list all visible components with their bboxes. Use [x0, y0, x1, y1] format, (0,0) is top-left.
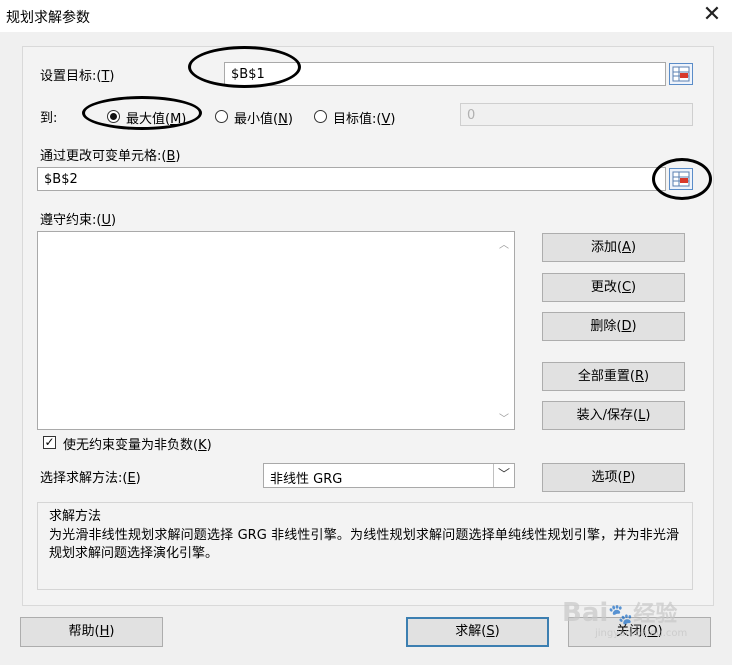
objective-range-picker-button[interactable] — [669, 63, 693, 85]
help-button[interactable]: 帮助(H) — [20, 617, 163, 647]
chevron-down-icon[interactable]: ﹀ — [493, 464, 514, 487]
load-save-button[interactable]: 装入/保存(L) — [542, 401, 685, 430]
window-title: 规划求解参数 — [6, 10, 90, 26]
change-constraint-button[interactable]: 更改(C) — [542, 273, 685, 302]
range-select-icon — [672, 66, 690, 82]
title-bar — [0, 0, 732, 32]
to-label: 到: — [40, 111, 58, 126]
nonnegative-checkbox-label[interactable]: 使无约束变量为非负数(K) — [63, 434, 212, 453]
options-button[interactable]: 选项(P) — [542, 463, 685, 492]
max-radio[interactable] — [107, 110, 120, 123]
target-value-input[interactable]: 0 — [460, 103, 693, 126]
scroll-down-icon[interactable]: ﹀ — [496, 410, 512, 425]
changing-cells-input[interactable]: $B$2 — [37, 167, 666, 191]
objective-label: 设置目标:(T) — [40, 69, 115, 84]
scroll-up-icon[interactable]: ︿ — [496, 236, 512, 251]
value-of-radio-label[interactable]: 目标值:(V) — [333, 108, 395, 127]
min-radio[interactable] — [215, 110, 228, 123]
nonnegative-checkbox[interactable]: ✓ — [43, 436, 56, 449]
min-radio-label[interactable]: 最小值(N) — [234, 108, 293, 127]
constraints-label: 遵守约束:(U) — [40, 213, 117, 228]
solve-button[interactable]: 求解(S) — [406, 617, 549, 647]
range-select-icon — [672, 171, 690, 187]
constraints-list[interactable] — [37, 231, 515, 430]
delete-constraint-button[interactable]: 删除(D) — [542, 312, 685, 341]
reset-all-button[interactable]: 全部重置(R) — [542, 362, 685, 391]
method-label: 选择求解方法:(E) — [40, 471, 141, 486]
solving-method-description: 为光滑非线性规划求解问题选择 GRG 非线性引擎。为线性规划求解问题选择单纯线性… — [49, 528, 679, 561]
watermark-logo: Bai🐾经验 — [562, 598, 678, 628]
objective-input[interactable]: $B$1 — [224, 62, 666, 86]
value-of-radio[interactable] — [314, 110, 327, 123]
changing-cells-label: 通过更改可变单元格:(B) — [40, 149, 181, 164]
max-radio-label[interactable]: 最大值(M) — [126, 108, 186, 127]
solving-method-group-title: 求解方法 — [49, 509, 102, 524]
solving-method-select[interactable]: 非线性 GRG — [263, 463, 515, 488]
watermark-url: jingyan.baidu.com — [595, 628, 688, 639]
solving-method-value: 非线性 GRG — [270, 472, 343, 487]
changing-cells-range-picker-button[interactable] — [669, 168, 693, 190]
add-constraint-button[interactable]: 添加(A) — [542, 233, 685, 262]
close-window-button[interactable]: ✕ — [700, 2, 724, 28]
